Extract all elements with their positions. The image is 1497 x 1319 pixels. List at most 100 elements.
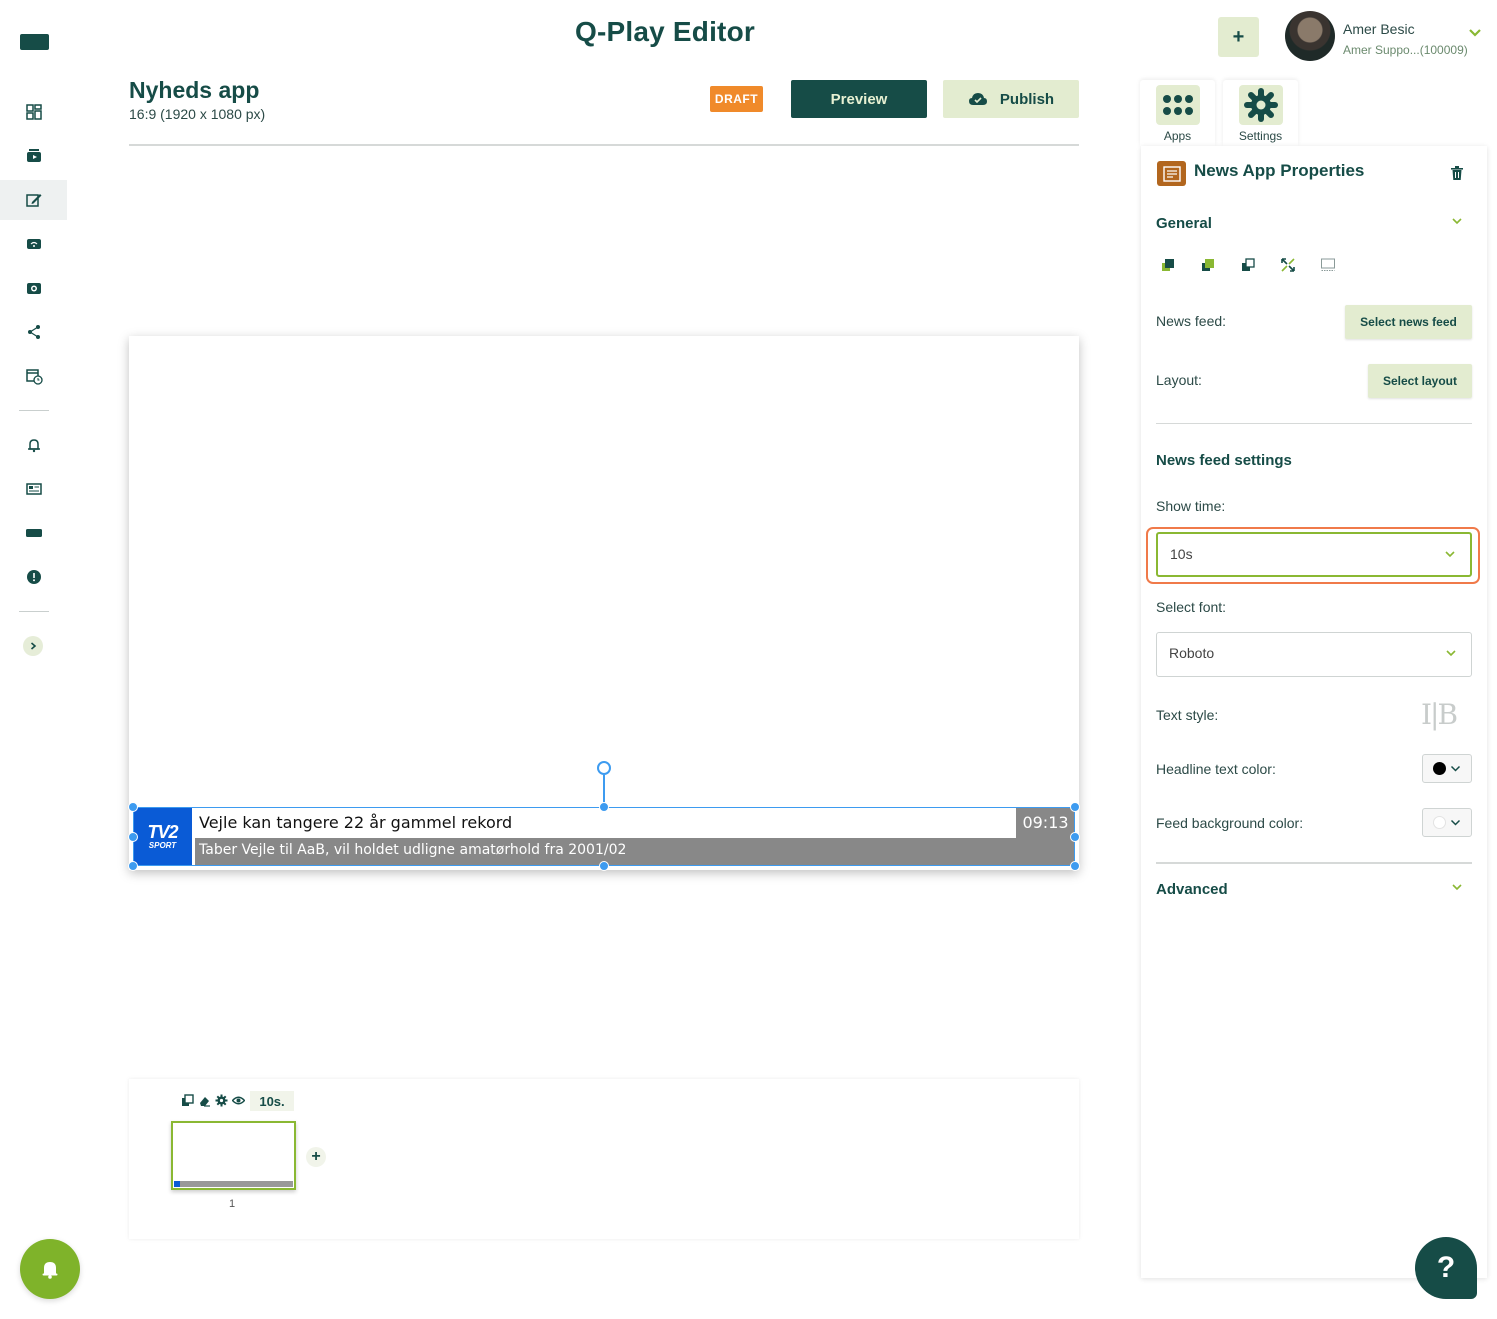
user-name[interactable]: Amer Besic (1343, 21, 1415, 37)
device-icon (25, 529, 42, 537)
trash-icon[interactable] (1451, 166, 1463, 180)
sidebar-item-playlists[interactable] (0, 268, 67, 308)
chevron-down-icon (1450, 765, 1461, 772)
resize-handle-ne[interactable] (1070, 802, 1080, 812)
select-font-label: Select font: (1156, 599, 1227, 615)
slide-timeline: 10s. + 1 (129, 1079, 1079, 1239)
chevron-down-icon[interactable] (1468, 28, 1482, 38)
sidebar-divider (19, 410, 49, 411)
alert-circle-icon (26, 570, 41, 584)
tab-apps-label: Apps (1163, 129, 1192, 143)
sidebar-item-dashboard[interactable] (0, 92, 67, 132)
sidebar-item-media[interactable] (0, 136, 67, 176)
logo-icon[interactable] (20, 34, 49, 50)
send-backward-icon[interactable] (1241, 258, 1255, 272)
slide-toolbar (181, 1094, 245, 1107)
tab-apps[interactable]: Apps (1140, 80, 1215, 146)
slide-number: 1 (229, 1198, 236, 1210)
selection-box (133, 807, 1075, 866)
user-organization[interactable]: Amer Suppo...(100009) (1343, 43, 1468, 57)
add-slide-button[interactable]: + (306, 1147, 326, 1167)
resize-handle-nw[interactable] (128, 802, 138, 812)
resize-handle-n[interactable] (599, 802, 609, 812)
slide-duration[interactable]: 10s. (250, 1091, 294, 1111)
notifications-button[interactable] (20, 1239, 80, 1299)
sidebar-item-screens[interactable] (0, 224, 67, 264)
alarm-bell-icon (27, 439, 40, 453)
feed-bg-color-picker[interactable] (1422, 808, 1472, 837)
section-general[interactable]: General (1156, 215, 1212, 232)
sidebar-item-devices[interactable] (0, 513, 67, 553)
chevron-down-icon (1446, 650, 1456, 657)
section-divider (1156, 423, 1472, 424)
chevron-down-icon[interactable] (1451, 883, 1463, 891)
status-badge: DRAFT (710, 86, 763, 112)
headline-color-picker[interactable] (1422, 754, 1472, 783)
text-style-label: Text style: (1156, 707, 1219, 723)
left-sidebar (0, 0, 67, 1319)
sidebar-item-editor[interactable] (0, 180, 67, 220)
newspaper-icon (25, 483, 42, 495)
preview-button[interactable]: Preview (791, 80, 927, 118)
duplicate-icon[interactable] (181, 1094, 194, 1107)
calendar-clock-icon (25, 369, 43, 385)
bell-icon (42, 1262, 58, 1279)
arrange-toolbar (1161, 258, 1335, 272)
sidebar-item-info[interactable] (0, 557, 67, 597)
headline-color-label: Headline text color: (1156, 761, 1276, 777)
avatar[interactable] (1285, 11, 1335, 61)
eraser-icon[interactable] (198, 1094, 211, 1107)
rotate-handle[interactable] (597, 761, 611, 775)
sidebar-item-schedule[interactable] (0, 356, 67, 396)
slide-thumbnail[interactable] (171, 1121, 296, 1190)
header-divider (129, 144, 1079, 146)
section-advanced[interactable]: Advanced (1156, 881, 1228, 898)
font-select[interactable]: Roboto (1156, 632, 1472, 677)
section-news-feed-settings: News feed settings (1156, 452, 1292, 469)
dashboard-icon (25, 104, 42, 120)
select-layout-button[interactable]: Select layout (1368, 364, 1472, 398)
resize-handle-s[interactable] (599, 861, 609, 871)
settings-gear-icon (1238, 85, 1283, 125)
thumbnail-logo (174, 1181, 180, 1187)
edit-icon (25, 194, 41, 207)
resize-handle-sw[interactable] (128, 861, 138, 871)
properties-panel: News App Properties General News feed: S… (1141, 146, 1487, 1278)
chevron-down-icon[interactable] (1451, 217, 1463, 225)
chevron-down-icon (1450, 819, 1461, 826)
tab-settings[interactable]: Settings (1223, 80, 1298, 146)
playlist-icon (26, 283, 41, 294)
sidebar-divider (19, 611, 49, 612)
publish-button[interactable]: Publish (943, 80, 1079, 118)
fullscreen-icon[interactable] (1281, 258, 1295, 272)
help-button[interactable]: ? (1415, 1237, 1477, 1299)
sidebar-expand-button[interactable] (23, 636, 43, 656)
align-bottom-icon[interactable] (1321, 258, 1335, 272)
add-button[interactable]: + (1218, 17, 1259, 57)
project-title[interactable]: Nyheds app (129, 77, 259, 104)
feed-bg-color-label: Feed background color: (1156, 815, 1304, 831)
sidebar-item-share[interactable] (0, 312, 67, 352)
layout-label: Layout: (1156, 372, 1202, 388)
tab-settings-label: Settings (1238, 129, 1283, 143)
sidebar-item-news[interactable] (0, 469, 67, 509)
sidebar-item-alerts[interactable] (0, 425, 67, 465)
resize-handle-w[interactable] (128, 832, 138, 842)
bring-forward-icon[interactable] (1201, 258, 1215, 272)
eye-icon[interactable] (232, 1094, 245, 1107)
resize-handle-se[interactable] (1070, 861, 1080, 871)
chevron-right-icon (30, 642, 37, 650)
apps-grid-icon (1155, 85, 1200, 125)
publish-label: Publish (999, 90, 1055, 108)
thumbnail-ticker (174, 1181, 293, 1187)
feed-bg-color-swatch (1433, 816, 1446, 829)
resize-handle-e[interactable] (1070, 832, 1080, 842)
show-time-label: Show time: (1156, 498, 1226, 514)
cloud-upload-icon (968, 93, 987, 105)
select-news-feed-button[interactable]: Select news feed (1345, 305, 1472, 339)
focus-highlight (1146, 527, 1480, 584)
text-style-toggle[interactable]: I|B (1421, 698, 1458, 731)
gear-icon[interactable] (215, 1094, 228, 1107)
font-value: Roboto (1169, 645, 1215, 661)
bring-to-front-icon[interactable] (1161, 258, 1175, 272)
